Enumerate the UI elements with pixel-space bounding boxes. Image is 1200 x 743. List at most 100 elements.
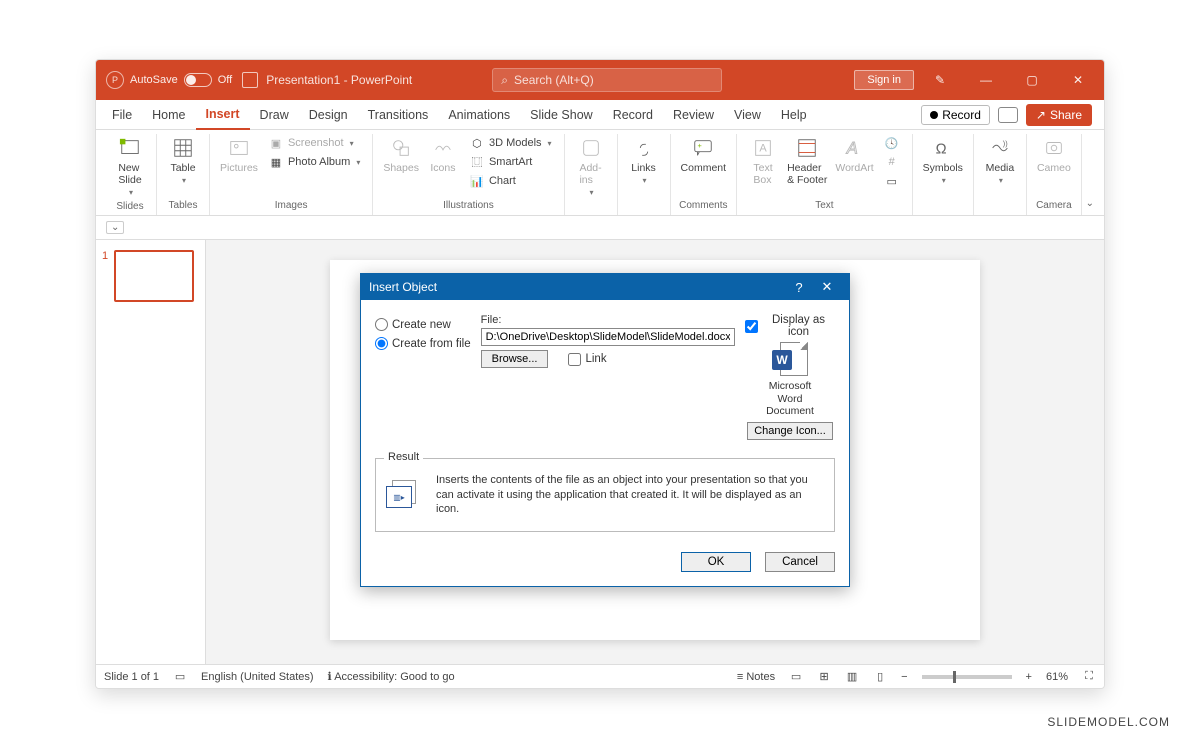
word-document-icon: W (772, 342, 808, 378)
header-footer-button[interactable]: Header & Footer (783, 134, 831, 188)
addins-button[interactable]: Add- ins▾ (571, 134, 611, 199)
dialog-close-button[interactable]: ✕ (813, 279, 841, 295)
table-button[interactable]: Table▾ (163, 134, 203, 187)
textbox-icon: A (750, 136, 776, 160)
language-indicator[interactable]: English (United States) (201, 671, 314, 683)
links-button[interactable]: Links▾ (624, 134, 664, 187)
share-button[interactable]: ↗Share (1026, 104, 1092, 126)
tab-help[interactable]: Help (771, 100, 817, 130)
tab-file[interactable]: File (102, 100, 142, 130)
zoom-out-button[interactable]: − (901, 671, 907, 683)
pictures-button[interactable]: Pictures (216, 134, 262, 176)
create-from-file-label: Create from file (392, 338, 471, 350)
wordart-icon: A (842, 136, 868, 160)
slide-thumbnail[interactable] (114, 250, 194, 302)
textbox-button[interactable]: A Text Box (743, 134, 783, 188)
insert-object-dialog: Insert Object ? ✕ Create new Create from… (360, 273, 850, 587)
notes-button[interactable]: ≡ Notes (737, 671, 775, 683)
zoom-slider[interactable] (922, 675, 1012, 679)
table-icon (170, 136, 196, 160)
symbols-button[interactable]: ΩSymbols▾ (919, 134, 967, 187)
date-time-button[interactable]: 🕓 (881, 134, 903, 152)
change-icon-button[interactable]: Change Icon... (747, 422, 833, 440)
normal-view-icon[interactable]: ▭ (789, 670, 803, 684)
smartart-button[interactable]: ⿶SmartArt (466, 153, 555, 171)
chevron-down-icon: ▾ (643, 176, 647, 185)
sign-in-button[interactable]: Sign in (854, 70, 914, 90)
cameo-button[interactable]: Cameo (1033, 134, 1075, 176)
fit-window-icon[interactable]: ⛶ (1082, 670, 1096, 684)
browse-button[interactable]: Browse... (481, 350, 549, 368)
ok-button[interactable]: OK (681, 552, 751, 572)
tab-design[interactable]: Design (299, 100, 358, 130)
chart-button[interactable]: 📊Chart (466, 172, 555, 190)
accessibility-indicator[interactable]: ℹ Accessibility: Good to go (328, 670, 455, 683)
new-slide-button[interactable]: New Slide▾ (110, 134, 150, 199)
zoom-level[interactable]: 61% (1046, 671, 1068, 683)
tab-insert[interactable]: Insert (196, 100, 250, 130)
icons-button[interactable]: Icons (423, 134, 463, 176)
group-illustrations-label: Illustrations (443, 198, 494, 215)
tab-animations[interactable]: Animations (438, 100, 520, 130)
media-button[interactable]: ))Media▾ (980, 134, 1020, 187)
maximize-button[interactable]: ▢ (1012, 66, 1052, 94)
save-icon[interactable] (242, 72, 258, 88)
ribbon-collapse-button[interactable]: ⌄ (1086, 198, 1094, 209)
close-button[interactable]: ✕ (1058, 66, 1098, 94)
search-input[interactable]: ⌕ Search (Alt+Q) (492, 68, 722, 92)
3d-models-button[interactable]: ⬡3D Models▾ (466, 134, 555, 152)
search-placeholder: Search (Alt+Q) (514, 73, 594, 87)
textbox-label: Text Box (753, 162, 772, 186)
media-icon: )) (987, 136, 1013, 160)
icons-icon (430, 136, 456, 160)
comment-button[interactable]: +Comment (677, 134, 731, 176)
photo-album-button[interactable]: ▦Photo Album▾ (265, 153, 363, 171)
record-dot-icon (930, 111, 938, 119)
comment-label: Comment (681, 162, 727, 174)
slide-number-button[interactable]: # (881, 153, 903, 171)
new-slide-icon (117, 136, 143, 160)
file-path-input[interactable] (481, 328, 735, 346)
dialog-titlebar[interactable]: Insert Object ? ✕ (361, 274, 849, 300)
tab-record[interactable]: Record (603, 100, 663, 130)
slideshow-view-icon[interactable]: ▯ (873, 670, 887, 684)
tab-view[interactable]: View (724, 100, 771, 130)
slide-indicator[interactable]: Slide 1 of 1 (104, 671, 159, 683)
group-text-label: Text (815, 198, 833, 215)
sorter-view-icon[interactable]: ⊞ (817, 670, 831, 684)
svg-text:)): )) (1003, 139, 1008, 148)
tab-slideshow[interactable]: Slide Show (520, 100, 603, 130)
thumbnail-pane[interactable]: 1 (96, 240, 206, 664)
create-from-file-radio[interactable]: Create from file (375, 337, 471, 350)
status-bar: Slide 1 of 1 ▭ English (United States) ℹ… (96, 664, 1104, 688)
shapes-button[interactable]: Shapes (379, 134, 423, 176)
tab-transitions[interactable]: Transitions (358, 100, 439, 130)
thumb-number: 1 (102, 250, 108, 302)
minimize-button[interactable]: — (966, 66, 1006, 94)
group-tables-label: Tables (169, 198, 198, 215)
app-icon: P (106, 71, 124, 89)
ink-icon[interactable]: ✎ (920, 66, 960, 94)
zoom-in-button[interactable]: + (1026, 671, 1032, 683)
result-label: Result (384, 451, 423, 463)
tab-home[interactable]: Home (142, 100, 195, 130)
comments-icon[interactable] (998, 107, 1018, 123)
cancel-button[interactable]: Cancel (765, 552, 835, 572)
link-checkbox[interactable]: Link (568, 353, 606, 366)
spellcheck-icon[interactable]: ▭ (173, 670, 187, 684)
tab-review[interactable]: Review (663, 100, 724, 130)
tab-draw[interactable]: Draw (250, 100, 299, 130)
object-button[interactable]: ▭ (881, 172, 903, 190)
record-button[interactable]: Record (921, 105, 990, 125)
display-as-icon-checkbox[interactable]: Display as icon (745, 314, 835, 338)
autosave-toggle[interactable]: AutoSave Off (130, 73, 232, 87)
reading-view-icon[interactable]: ▥ (845, 670, 859, 684)
wordart-button[interactable]: AWordArt (831, 134, 877, 176)
header-label: Header & Footer (787, 162, 827, 186)
create-new-radio[interactable]: Create new (375, 318, 471, 331)
shapes-label: Shapes (383, 162, 419, 174)
qat-dropdown-icon[interactable]: ⌄ (106, 221, 124, 234)
toggle-icon (184, 73, 212, 87)
screenshot-button[interactable]: ▣Screenshot▾ (265, 134, 363, 152)
dialog-help-button[interactable]: ? (785, 280, 813, 295)
